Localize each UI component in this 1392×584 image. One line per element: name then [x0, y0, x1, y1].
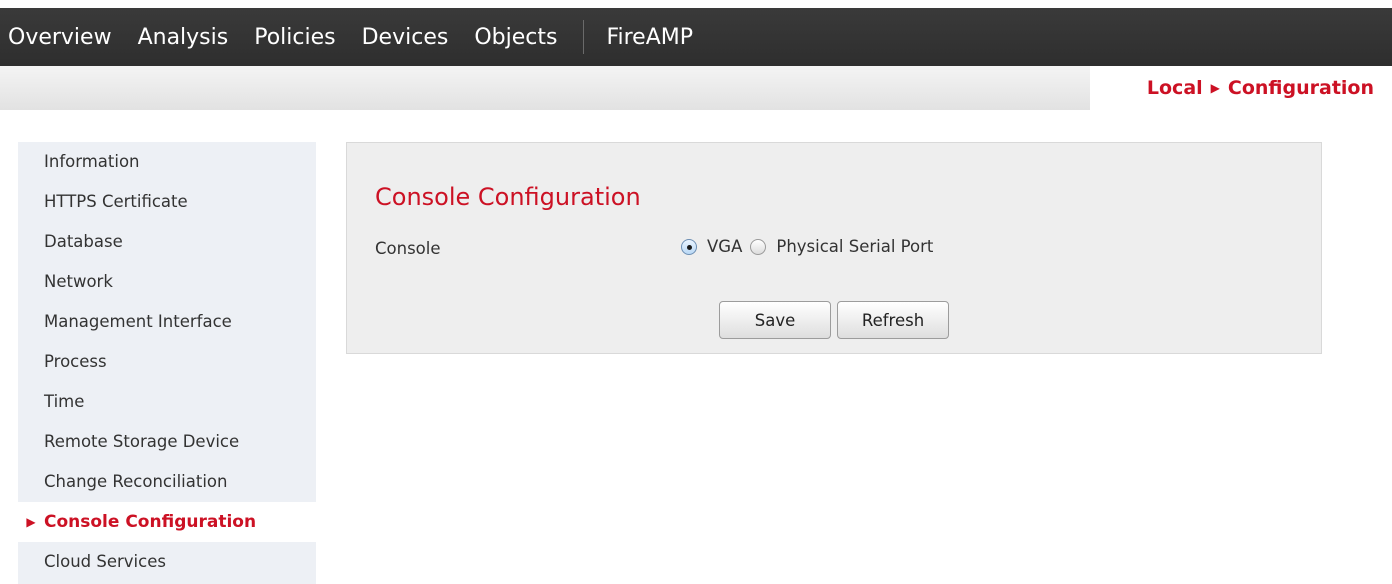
- nav-analysis[interactable]: Analysis: [138, 25, 229, 50]
- vga-radio[interactable]: [681, 238, 697, 255]
- sidebar-item-process[interactable]: Process: [18, 342, 316, 382]
- console-field-label: Console: [375, 239, 441, 258]
- breadcrumb: Local ▶ Configuration: [1090, 66, 1392, 110]
- console-configuration-panel: Console Configuration Console VGA Physic…: [346, 142, 1322, 354]
- sidebar-item-cloud-services[interactable]: Cloud Services: [18, 542, 316, 582]
- save-button[interactable]: Save: [719, 301, 831, 339]
- vga-radio-label[interactable]: VGA: [707, 237, 742, 256]
- nav-policies[interactable]: Policies: [254, 25, 335, 50]
- top-navigation-bar: Overview Analysis Policies Devices Objec…: [0, 8, 1392, 66]
- nav-overview[interactable]: Overview: [8, 25, 112, 50]
- sidebar-item-management-interface[interactable]: Management Interface: [18, 302, 316, 342]
- sidebar-item-network[interactable]: Network: [18, 262, 316, 302]
- refresh-button[interactable]: Refresh: [837, 301, 949, 339]
- nav-divider: [583, 20, 585, 54]
- console-radio-group: VGA Physical Serial Port: [681, 237, 941, 256]
- sub-navigation-bar: Local ▶ Configuration: [0, 66, 1392, 110]
- triangle-right-icon: ▶: [26, 515, 36, 529]
- triangle-right-icon: ▶: [1210, 81, 1220, 95]
- sidebar-item-remote-storage-device[interactable]: Remote Storage Device: [18, 422, 316, 462]
- nav-devices[interactable]: Devices: [362, 25, 449, 50]
- nav-objects[interactable]: Objects: [474, 25, 557, 50]
- breadcrumb-local[interactable]: Local: [1147, 77, 1203, 99]
- sidebar-item-change-reconciliation[interactable]: Change Reconciliation: [18, 462, 316, 502]
- breadcrumb-configuration: Configuration: [1227, 77, 1374, 99]
- sidebar-item-console-configuration[interactable]: ▶ Console Configuration: [18, 502, 316, 542]
- nav-fireamp[interactable]: FireAMP: [606, 25, 693, 50]
- sidebar-item-information[interactable]: Information: [18, 142, 316, 182]
- physical-serial-port-radio-label[interactable]: Physical Serial Port: [776, 237, 933, 256]
- sidebar-item-label: Console Configuration: [44, 512, 257, 532]
- sidebar: Information HTTPS Certificate Database N…: [18, 142, 316, 584]
- page-title: Console Configuration: [375, 183, 641, 211]
- sidebar-item-database[interactable]: Database: [18, 222, 316, 262]
- physical-serial-port-radio[interactable]: [750, 238, 767, 255]
- sidebar-item-https-certificate[interactable]: HTTPS Certificate: [18, 182, 316, 222]
- sidebar-item-time[interactable]: Time: [18, 382, 316, 422]
